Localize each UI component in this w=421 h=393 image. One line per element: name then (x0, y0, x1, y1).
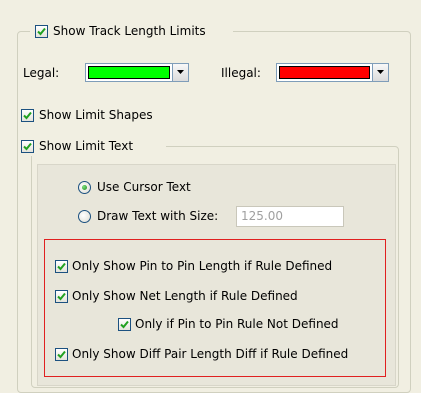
use-cursor-text-radio[interactable] (78, 181, 91, 194)
diff-pair-length-checkbox[interactable] (55, 348, 68, 361)
net-length-label: Only Show Net Length if Rule Defined (72, 289, 298, 303)
checkmark-icon (57, 292, 66, 301)
legal-color-swatch (88, 66, 170, 79)
pin-rule-not-defined-label: Only if Pin to Pin Rule Not Defined (135, 317, 339, 331)
draw-text-with-size-radio[interactable] (78, 210, 91, 223)
pin-to-pin-length-checkbox[interactable] (55, 260, 68, 273)
show-track-length-limits-checkbox[interactable] (35, 25, 48, 38)
show-limit-text-checkbox[interactable] (21, 140, 34, 153)
chevron-down-icon (377, 70, 384, 74)
checkmark-icon (57, 350, 66, 359)
chevron-down-icon (177, 70, 184, 74)
show-limit-shapes-label: Show Limit Shapes (39, 108, 153, 122)
pin-rule-not-defined-checkbox[interactable] (118, 318, 131, 331)
legal-color-dropdown[interactable] (85, 63, 189, 82)
checkmark-icon (120, 320, 129, 329)
net-length-checkbox[interactable] (55, 290, 68, 303)
text-size-input[interactable]: 125.00 (236, 206, 344, 227)
show-limit-shapes-checkbox[interactable] (21, 109, 34, 122)
checkmark-icon (57, 262, 66, 271)
checkmark-icon (37, 27, 46, 36)
illegal-color-dropdown[interactable] (276, 63, 389, 82)
radio-selected-dot (82, 185, 87, 190)
legal-dropdown-arrow[interactable] (172, 64, 188, 81)
use-cursor-text-label: Use Cursor Text (97, 180, 191, 194)
checkmark-icon (23, 142, 32, 151)
illegal-dropdown-arrow[interactable] (372, 64, 388, 81)
show-limit-text-label: Show Limit Text (39, 139, 134, 153)
diff-pair-length-label: Only Show Diff Pair Length Diff if Rule … (72, 347, 349, 361)
draw-text-with-size-label: Draw Text with Size: (97, 209, 219, 223)
pin-to-pin-length-label: Only Show Pin to Pin Length if Rule Defi… (72, 259, 333, 273)
checkmark-icon (23, 111, 32, 120)
legal-label: Legal: (23, 66, 60, 80)
illegal-color-swatch (279, 66, 370, 79)
show-track-length-limits-label: Show Track Length Limits (53, 24, 206, 38)
illegal-label: Illegal: (221, 66, 261, 80)
